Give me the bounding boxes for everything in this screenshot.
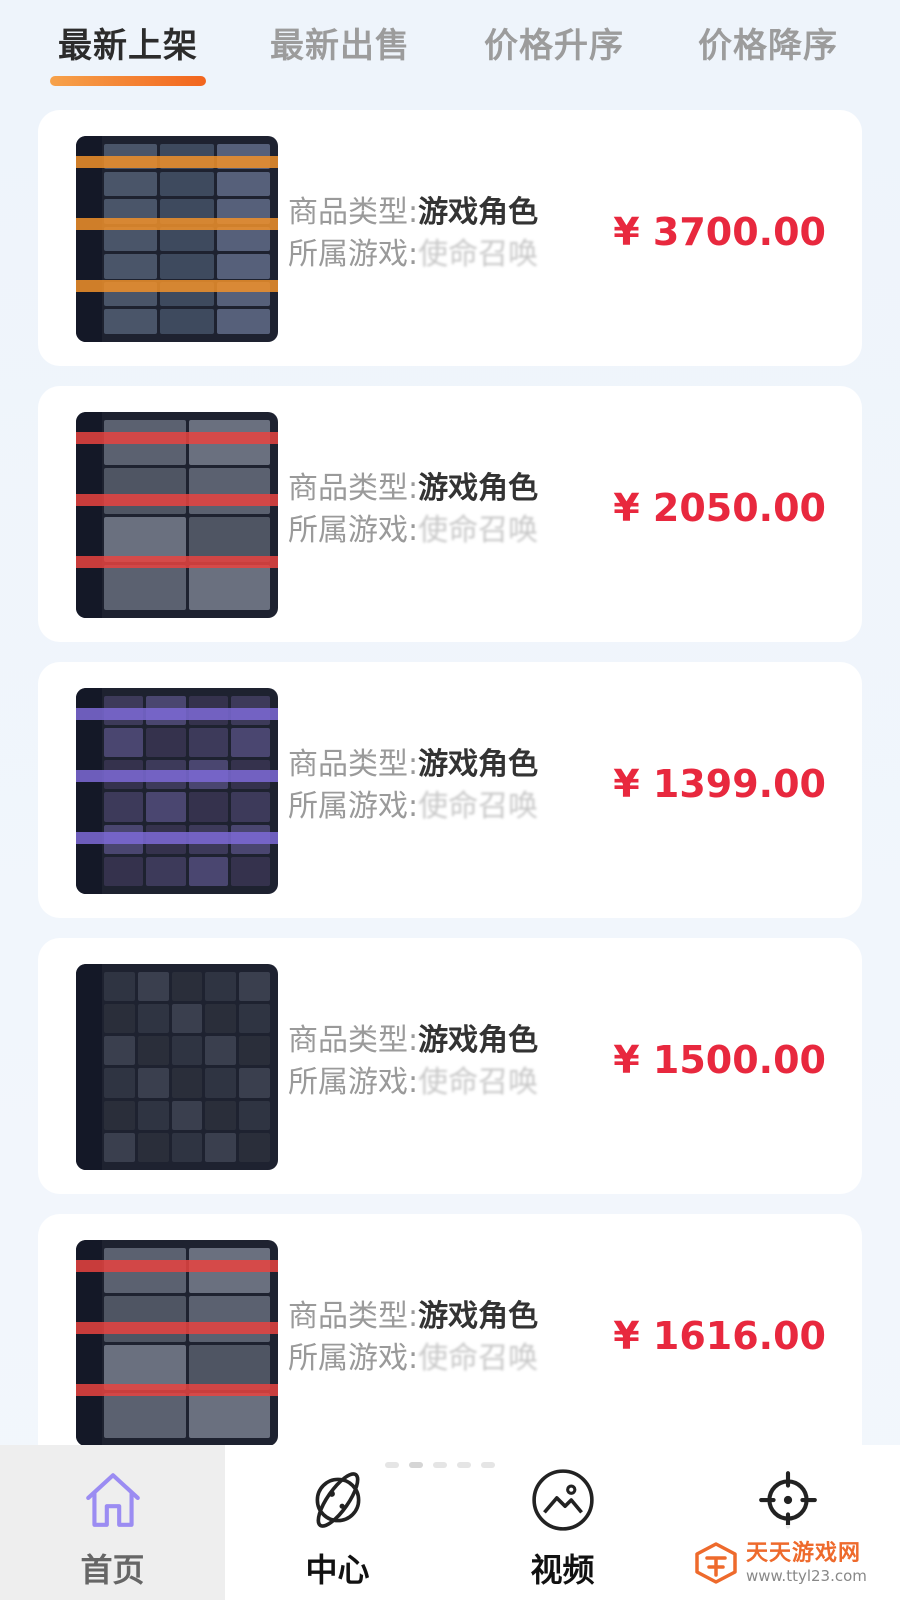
watermark-name: 天天游戏网 [746,1541,862,1566]
tab-price-ascending[interactable]: 价格升序 [484,18,624,67]
planet-icon [315,1472,361,1528]
type-label: 商品类型: [288,747,419,782]
type-value: 游戏角色 [418,1023,539,1058]
watermark-logo-icon [695,1542,737,1584]
type-value: 游戏角色 [418,471,539,506]
listing-price: ¥ 3700.00 [613,210,826,254]
type-label: 商品类型: [288,471,419,506]
listing-price: ¥ 1399.00 [613,762,826,806]
sort-tabs: 最新上架 最新出售 价格升序 价格降序 [0,0,900,100]
listing-thumbnail[interactable] [76,136,278,342]
listing-list[interactable]: 商品类型: 游戏角色 所属游戏: 使命召唤 ¥ 3700.00 商品类型: 游戏角色 … [38,110,862,1490]
listing-thumbnail[interactable] [76,1240,278,1446]
listing-thumbnail[interactable] [76,688,278,894]
tab-price-descending[interactable]: 价格降序 [698,18,838,67]
image-icon [532,1469,594,1531]
listing-meta: 商品类型: 游戏角色 所属游戏: 使命召唤 [288,1296,538,1380]
listing-meta: 商品类型: 游戏角色 所属游戏: 使命召唤 [288,192,538,276]
page: 最新上架 最新出售 价格升序 价格降序 商品类型: 游戏角色 所属游戏: 使命召唤 … [0,0,900,1600]
listing-price: ¥ 1500.00 [613,1038,826,1082]
listing-price: ¥ 1616.00 [613,1314,826,1358]
listing-card[interactable]: 商品类型: 游戏角色 所属游戏: 使命召唤 ¥ 1500.00 [38,938,862,1194]
type-value: 游戏角色 [418,1299,539,1334]
home-icon [86,1473,140,1527]
nav-center-label: 中心 [305,1551,370,1589]
listing-thumbnail[interactable] [76,964,278,1170]
game-label: 所属游戏: [288,1065,419,1100]
game-value: 使命召唤 [418,513,539,548]
listing-card[interactable]: 商品类型: 游戏角色 所属游戏: 使命召唤 ¥ 3700.00 [38,110,862,366]
listing-meta: 商品类型: 游戏角色 所属游戏: 使命召唤 [288,744,538,828]
game-value: 使命召唤 [418,237,539,272]
game-label: 所属游戏: [288,789,419,824]
game-label: 所属游戏: [288,1341,419,1376]
game-value: 使命召唤 [418,1065,539,1100]
watermark-url: www.ttyl23.com [746,1567,867,1585]
nav-center[interactable]: 中心 [225,1445,450,1600]
game-value: 使命召唤 [418,1341,539,1376]
listing-card[interactable]: 商品类型: 游戏角色 所属游戏: 使命召唤 ¥ 1616.00 [38,1214,862,1470]
active-tab-indicator [50,76,206,86]
listing-meta: 商品类型: 游戏角色 所属游戏: 使命召唤 [288,1020,538,1104]
tab-newest-listed[interactable]: 最新上架 [58,18,198,67]
listing-meta: 商品类型: 游戏角色 所属游戏: 使命召唤 [288,468,538,552]
type-label: 商品类型: [288,195,419,230]
crosshair-icon [759,1471,817,1529]
type-value: 游戏角色 [418,747,539,782]
game-label: 所属游戏: [288,513,419,548]
listing-price: ¥ 2050.00 [613,486,826,530]
listing-card[interactable]: 商品类型: 游戏角色 所属游戏: 使命召唤 ¥ 2050.00 [38,386,862,642]
listing-thumbnail[interactable] [76,412,278,618]
nav-home-label: 首页 [80,1551,145,1589]
listing-card[interactable]: 商品类型: 游戏角色 所属游戏: 使命召唤 ¥ 1399.00 [38,662,862,918]
game-label: 所属游戏: [288,237,419,272]
type-label: 商品类型: [288,1023,419,1058]
type-value: 游戏角色 [418,195,539,230]
nav-video[interactable]: 视频 [450,1445,675,1600]
game-value: 使命召唤 [418,789,539,824]
nav-home[interactable]: 首页 [0,1445,225,1600]
type-label: 商品类型: [288,1299,419,1334]
page-indicator [385,1462,495,1468]
watermark: 天天游戏网 www.ttyl23.com [676,1525,900,1600]
nav-video-label: 视频 [530,1551,595,1589]
tab-newest-sold[interactable]: 最新出售 [270,18,410,67]
